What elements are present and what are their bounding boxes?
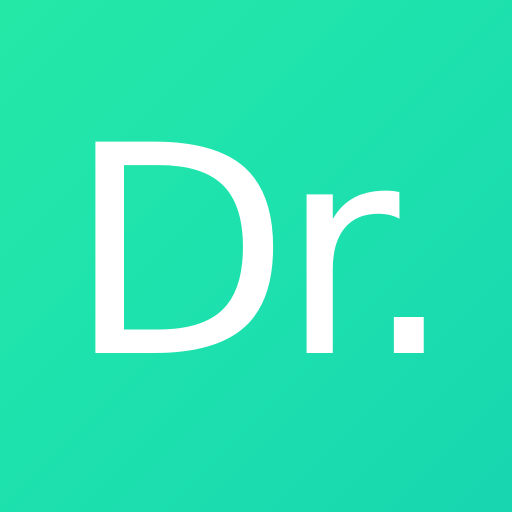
logo-text: Dr. bbox=[66, 85, 455, 422]
app-icon: Dr. bbox=[0, 0, 512, 512]
